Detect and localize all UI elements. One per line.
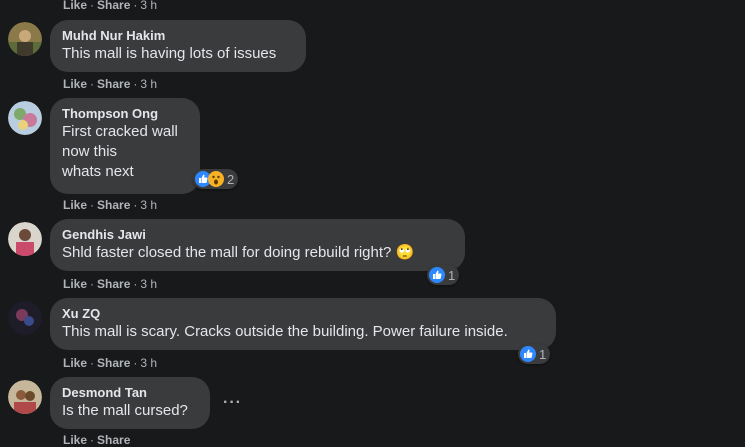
comment-text: This mall is having lots of issues	[62, 45, 277, 62]
separator: ·	[133, 277, 138, 291]
timestamp[interactable]: 3 h	[140, 0, 157, 12]
timestamp[interactable]: 3 h	[140, 356, 157, 370]
comment-bubble: Thompson Ong First cracked wall now this…	[50, 98, 200, 194]
comment-text-line: now this	[62, 143, 118, 160]
share-link[interactable]: Share	[97, 77, 130, 91]
like-link[interactable]: Like	[63, 277, 87, 291]
comment-author[interactable]: Desmond Tan	[62, 385, 198, 401]
separator: ·	[90, 77, 95, 91]
comment-actions: Like · Share · 3 h	[63, 356, 157, 370]
comment-actions: Like · Share · 3 h	[63, 77, 157, 91]
comment-author[interactable]: Xu ZQ	[62, 306, 544, 322]
comment-text-line: whats next	[62, 163, 134, 180]
like-link[interactable]: Like	[63, 198, 87, 212]
share-link[interactable]: Share	[97, 198, 130, 212]
like-link[interactable]: Like	[63, 433, 87, 447]
separator: ·	[90, 0, 95, 12]
comment-text-line: First cracked wall	[62, 123, 178, 140]
separator: ·	[133, 77, 138, 91]
like-link[interactable]: Like	[63, 356, 87, 370]
separator: ·	[133, 0, 138, 12]
timestamp[interactable]: 3 h	[140, 198, 157, 212]
share-link[interactable]: Share	[97, 356, 130, 370]
comment-author[interactable]: Thompson Ong	[62, 106, 188, 122]
comment-actions: Like · Share	[63, 433, 130, 447]
separator: ·	[133, 198, 138, 212]
avatar[interactable]	[8, 301, 42, 335]
comment-actions: Like · Share · 3 h	[63, 277, 157, 291]
comment-author[interactable]: Gendhis Jawi	[62, 227, 453, 243]
share-link[interactable]: Share	[97, 277, 130, 291]
comment-author[interactable]: Muhd Nur Hakim	[62, 28, 294, 44]
wow-icon	[208, 171, 224, 187]
comment-actions: Like · Share · 3 h	[63, 198, 157, 212]
reaction-summary[interactable]: 2	[193, 169, 239, 189]
comment-bubble: Xu ZQ This mall is scary. Cracks outside…	[50, 298, 556, 350]
separator: ·	[90, 277, 95, 291]
avatar[interactable]	[8, 101, 42, 135]
comment-text: Shld faster closed the mall for doing re…	[62, 244, 415, 261]
timestamp[interactable]: 3 h	[140, 77, 157, 91]
avatar[interactable]	[8, 380, 42, 414]
reaction-summary[interactable]: 1	[518, 344, 551, 364]
reaction-count: 1	[539, 346, 547, 362]
comment-bubble: Gendhis Jawi Shld faster closed the mall…	[50, 219, 465, 271]
comment-text: This mall is scary. Cracks outside the b…	[62, 323, 508, 340]
comment-actions: Like · Share · 3 h	[63, 0, 157, 12]
separator: ·	[133, 356, 138, 370]
like-link[interactable]: Like	[63, 0, 87, 12]
like-icon	[429, 267, 445, 283]
like-link[interactable]: Like	[63, 77, 87, 91]
timestamp[interactable]: 3 h	[140, 277, 157, 291]
separator: ·	[90, 198, 95, 212]
reaction-count: 2	[227, 171, 235, 187]
avatar[interactable]	[8, 222, 42, 256]
share-link[interactable]: Share	[97, 433, 130, 447]
comment-bubble: Muhd Nur Hakim This mall is having lots …	[50, 20, 306, 72]
share-link[interactable]: Share	[97, 0, 130, 12]
separator: ·	[90, 356, 95, 370]
reaction-summary[interactable]: 1	[427, 265, 460, 285]
separator: ·	[90, 433, 95, 447]
like-icon	[520, 346, 536, 362]
avatar[interactable]	[8, 22, 42, 56]
comment-text: Is the mall cursed?	[62, 402, 188, 419]
reaction-count: 1	[448, 267, 456, 283]
comment-bubble: Desmond Tan Is the mall cursed?	[50, 377, 210, 429]
more-options-icon[interactable]: ···	[223, 394, 242, 412]
